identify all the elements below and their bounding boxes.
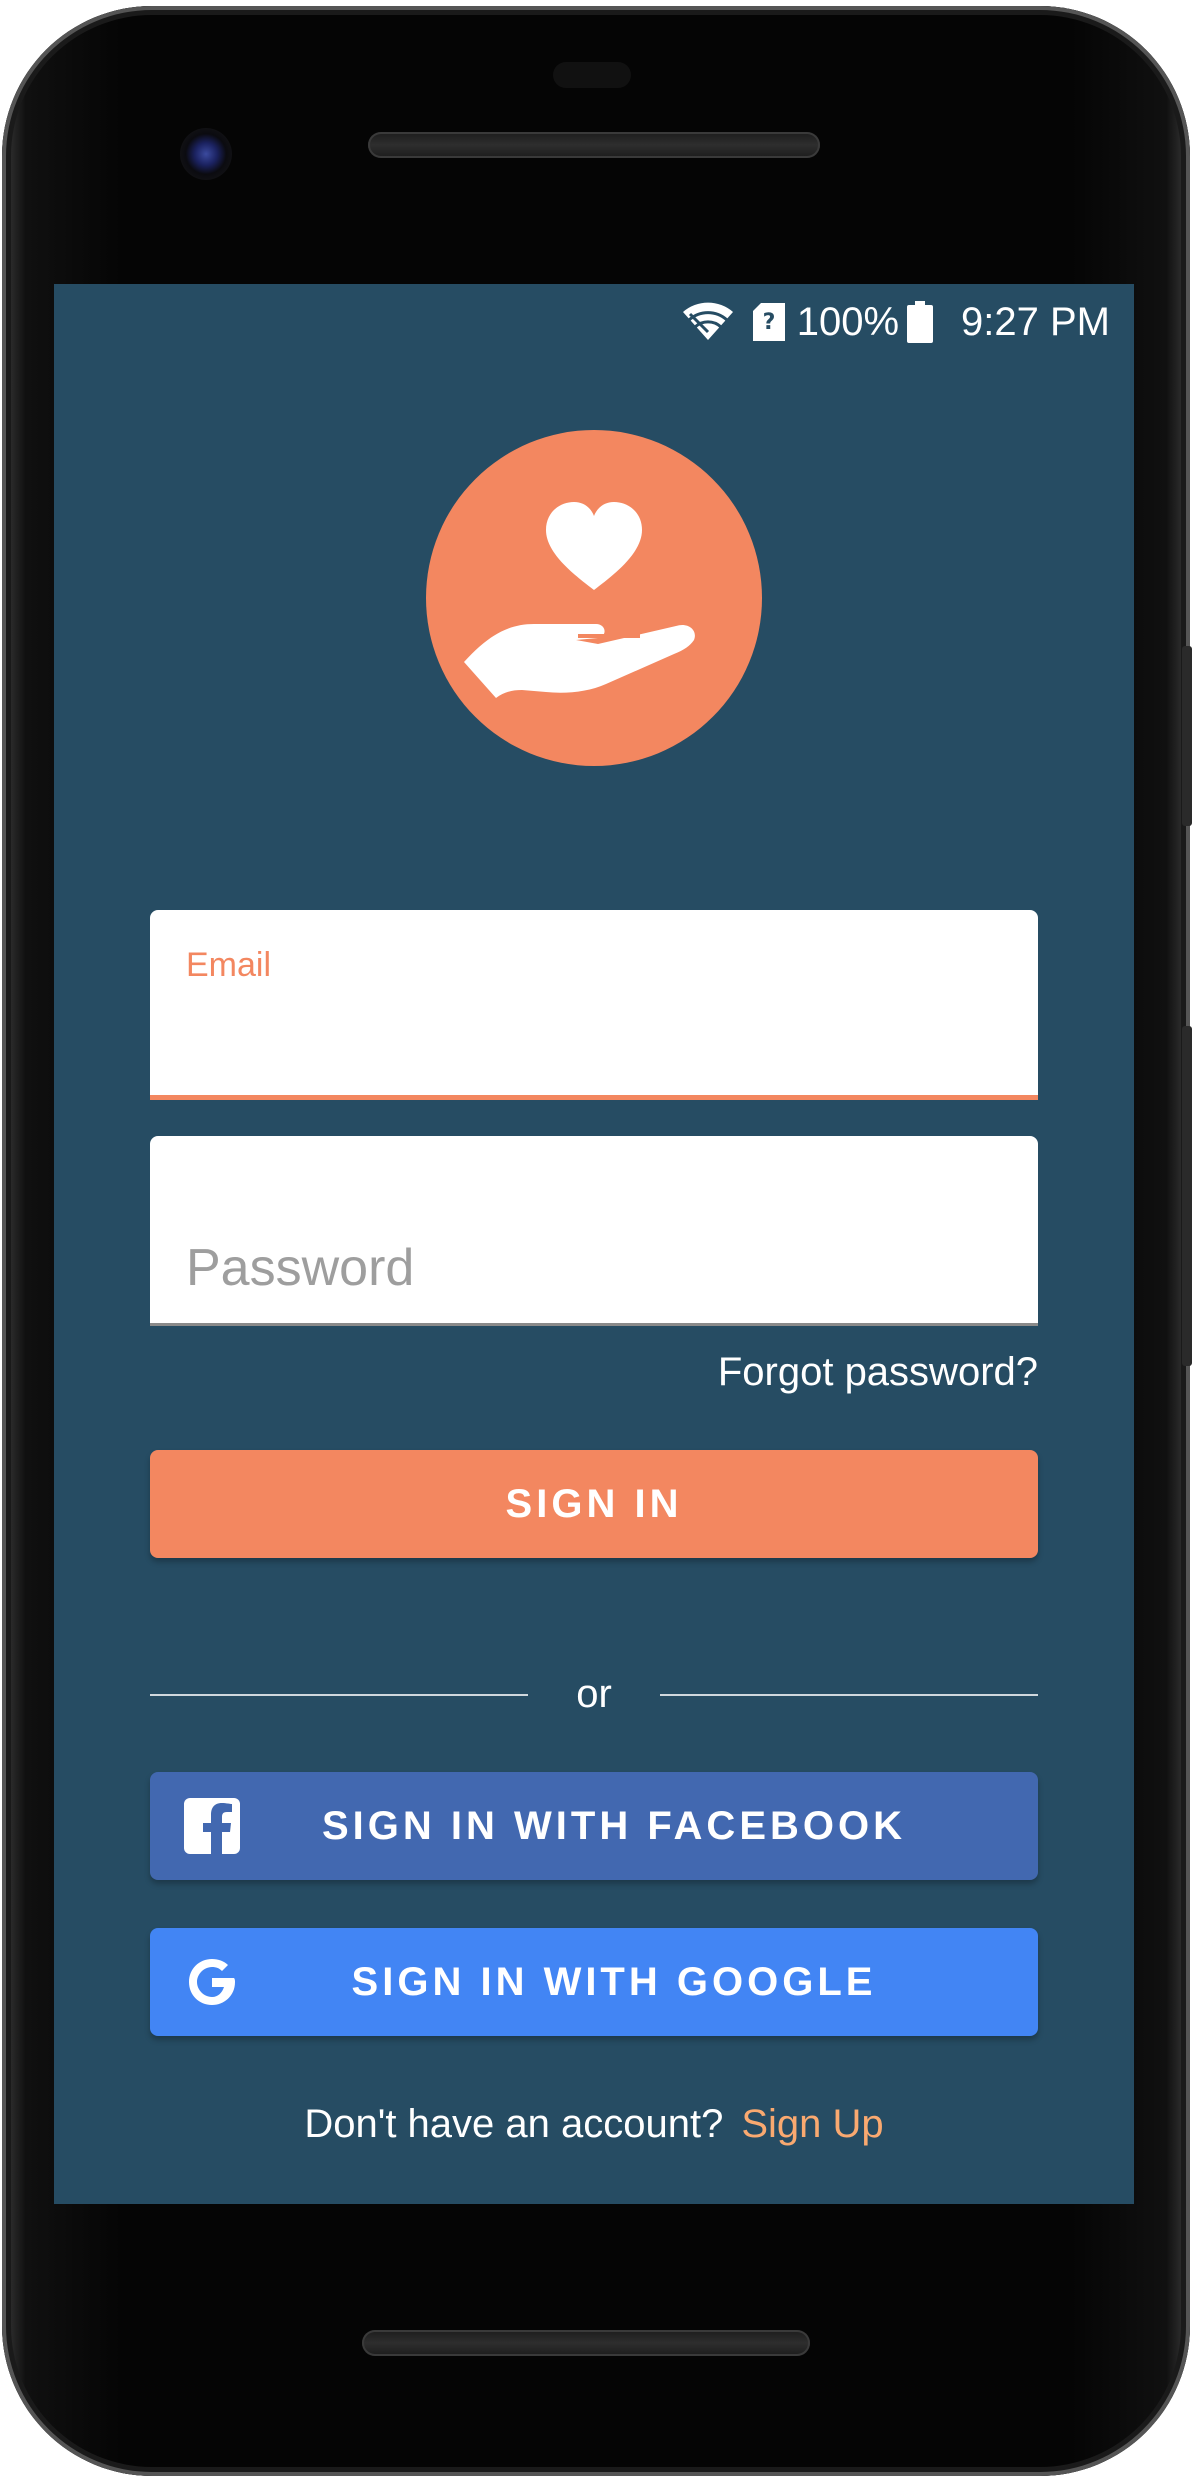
google-sign-in-button[interactable]: SIGN IN WITH GOOGLE — [150, 1928, 1038, 2036]
front-camera — [180, 128, 232, 180]
email-input[interactable] — [186, 1005, 1002, 1075]
battery-percent: 100% — [796, 299, 900, 344]
wifi-icon — [681, 302, 735, 342]
signup-prompt: Don't have an account? Sign Up — [54, 2102, 1134, 2147]
clock: 9:27 PM — [961, 299, 1110, 344]
sign-up-link[interactable]: Sign Up — [741, 2102, 883, 2146]
status-bar: ? 100% 9:27 PM — [671, 294, 1110, 350]
sim-unknown-icon: ? — [751, 301, 787, 343]
divider-line-right — [660, 1694, 1038, 1696]
heart-in-hand-icon — [464, 502, 695, 698]
power-button — [1182, 646, 1192, 826]
facebook-button-label: SIGN IN WITH FACEBOOK — [322, 1803, 906, 1848]
facebook-icon — [184, 1798, 240, 1854]
sign-in-button-label: SIGN IN — [505, 1481, 683, 1526]
email-field[interactable]: Email — [150, 910, 1038, 1100]
or-divider: or — [150, 1664, 1038, 1724]
app-logo — [426, 430, 762, 766]
password-field[interactable] — [150, 1136, 1038, 1326]
phone-frame: ? 100% 9:27 PM Email Forgot password? SI… — [2, 6, 1192, 2476]
app-screen: ? 100% 9:27 PM Email Forgot password? SI… — [54, 284, 1134, 2204]
forgot-password-link[interactable]: Forgot password? — [718, 1350, 1038, 1395]
password-input[interactable] — [186, 1233, 1002, 1303]
svg-text:?: ? — [762, 310, 775, 335]
facebook-sign-in-button[interactable]: SIGN IN WITH FACEBOOK — [150, 1772, 1038, 1880]
sign-in-button[interactable]: SIGN IN — [150, 1450, 1038, 1558]
google-icon — [184, 1954, 240, 2010]
bottom-speaker-grille — [362, 2330, 810, 2356]
email-label: Email — [186, 946, 272, 984]
signup-prompt-text: Don't have an account? — [304, 2102, 724, 2146]
battery-icon — [907, 301, 934, 343]
earpiece — [553, 62, 631, 88]
google-button-label: SIGN IN WITH GOOGLE — [351, 1959, 877, 2004]
top-speaker-grille — [368, 132, 820, 158]
volume-rocker — [1182, 1026, 1192, 1366]
